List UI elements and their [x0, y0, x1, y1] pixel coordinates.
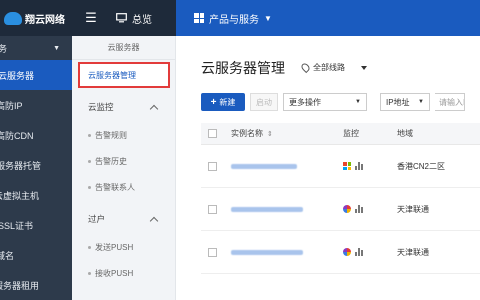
sidebar-item-virtual-host[interactable]: 云虚拟主机 — [0, 180, 72, 210]
sidebar-header[interactable]: 务 ▼ — [0, 36, 72, 60]
overview-link[interactable]: 总览 — [110, 0, 172, 36]
table-row[interactable]: 天津联通 — [201, 188, 480, 231]
sort-icon[interactable]: ⇕ — [267, 131, 273, 138]
bullet-icon — [88, 271, 91, 275]
sub-navigation: 云服务器 云服务器管理 云监控 告警规则 告警历史 告警联系人 过户 发送PUS… — [72, 36, 176, 300]
monitor-icon — [116, 13, 127, 23]
plus-icon: + — [210, 96, 217, 108]
nav-item-alert-contacts[interactable]: 告警联系人 — [72, 174, 175, 200]
linux-icon — [343, 205, 351, 213]
caret-down-icon: ▼ — [418, 99, 424, 105]
instance-table: 实例名称 ⇕ 监控 地域 香港CN2二区 天津联通 天津联通 — [201, 123, 480, 274]
redacted-text — [231, 249, 303, 255]
sidebar-item-server-rental[interactable]: 服务器租用 — [0, 270, 72, 300]
monitor-chart-icon[interactable] — [355, 248, 363, 256]
brand-name: 翔云网络 — [25, 14, 65, 26]
chevron-down-icon: ▼ — [264, 13, 272, 23]
region-label: 全部线路 — [313, 63, 345, 72]
sidebar-item-domain[interactable]: 域名 — [0, 240, 72, 270]
redacted-text — [231, 206, 303, 212]
row-checkbox[interactable] — [207, 204, 217, 214]
windows-icon — [343, 162, 351, 170]
table-row[interactable]: 香港CN2二区 — [201, 145, 480, 188]
nav-item-alert-rules[interactable]: 告警规则 — [72, 122, 175, 148]
region-cell: 天津联通 — [397, 247, 429, 257]
sidebar-item-ssl-certificate[interactable]: SSL证书 — [0, 210, 72, 240]
sub-navigation-title: 云服务器 — [72, 36, 175, 60]
nav-group-cloud-monitor[interactable]: 云监控 — [72, 92, 175, 122]
brand-logo[interactable]: 翔云网络 — [0, 0, 72, 36]
start-button[interactable]: 启动 — [250, 93, 278, 111]
search-field-selector[interactable]: IP地址 ▼ — [380, 93, 430, 111]
nav-item-alert-history[interactable]: 告警历史 — [72, 148, 175, 174]
monitor-chart-icon[interactable] — [355, 205, 363, 213]
region-selector[interactable]: 全部线路 — [299, 61, 367, 74]
column-header-region: 地域 — [397, 129, 413, 138]
sidebar-item-server-hosting[interactable]: 服务器托管 — [0, 150, 72, 180]
table-header: 实例名称 ⇕ 监控 地域 — [201, 123, 480, 145]
caret-down-icon — [361, 65, 367, 70]
nav-item-cloud-server-management[interactable]: 云服务器管理 — [78, 62, 170, 88]
chevron-up-icon — [149, 216, 159, 225]
bullet-icon — [88, 159, 91, 163]
region-cell: 香港CN2二区 — [397, 161, 446, 171]
search-input[interactable]: 请输入IP — [435, 93, 465, 111]
bullet-icon — [88, 185, 91, 189]
products-services-menu[interactable]: 产品与服务 ▼ — [176, 0, 480, 36]
location-pin-icon — [299, 61, 312, 74]
column-header-name[interactable]: 实例名称 ⇕ — [223, 128, 343, 139]
new-instance-button[interactable]: + 新建 — [201, 93, 245, 111]
instance-name-link[interactable] — [223, 162, 343, 171]
row-checkbox[interactable] — [207, 161, 217, 171]
table-row[interactable]: 天津联通 — [201, 231, 480, 274]
nav-item-receive-push[interactable]: 接收PUSH — [72, 260, 175, 286]
caret-down-icon: ▼ — [53, 44, 60, 52]
caret-down-icon: ▼ — [355, 99, 361, 105]
sidebar-item-anti-ddos-cdn[interactable]: 高防CDN — [0, 120, 72, 150]
menu-toggle-button[interactable]: ☰ — [72, 0, 110, 36]
select-all-checkbox[interactable] — [207, 129, 217, 138]
page-title: 云服务器管理 — [201, 60, 285, 76]
instance-name-link[interactable] — [223, 248, 343, 257]
linux-icon — [343, 248, 351, 256]
toolbar: + 新建 启动 更多操作 ▼ IP地址 ▼ 请输入IP — [201, 93, 465, 111]
grid-icon — [194, 13, 204, 23]
redacted-text — [231, 163, 297, 169]
cloud-logo-icon — [4, 11, 22, 25]
nav-item-send-push[interactable]: 发送PUSH — [72, 234, 175, 260]
region-cell: 天津联通 — [397, 204, 429, 214]
products-label: 产品与服务 — [209, 14, 259, 26]
monitor-chart-icon[interactable] — [355, 162, 363, 170]
sidebar-item-anti-ddos-ip[interactable]: 高防IP — [0, 90, 72, 120]
instance-name-link[interactable] — [223, 205, 343, 214]
sidebar-item-cloud-server[interactable]: 云服务器 — [0, 60, 72, 90]
more-actions-dropdown[interactable]: 更多操作 ▼ — [283, 93, 367, 111]
column-header-monitor: 监控 — [343, 129, 359, 138]
bullet-icon — [88, 245, 91, 249]
row-checkbox[interactable] — [207, 247, 217, 257]
nav-group-transfer[interactable]: 过户 — [72, 204, 175, 234]
chevron-up-icon — [149, 104, 159, 113]
hamburger-icon: ☰ — [85, 10, 97, 25]
top-navigation-bar: 翔云网络 ☰ 总览 产品与服务 ▼ — [0, 0, 480, 36]
main-content: 云服务器管理 全部线路 + 新建 启动 更多操作 ▼ IP地址 ▼ 请输入IP … — [177, 36, 480, 300]
overview-label: 总览 — [132, 14, 152, 26]
bullet-icon — [88, 133, 91, 137]
product-sidebar: 务 ▼ 云服务器 高防IP 高防CDN 服务器托管 云虚拟主机 SSL证书 域名… — [0, 36, 72, 300]
